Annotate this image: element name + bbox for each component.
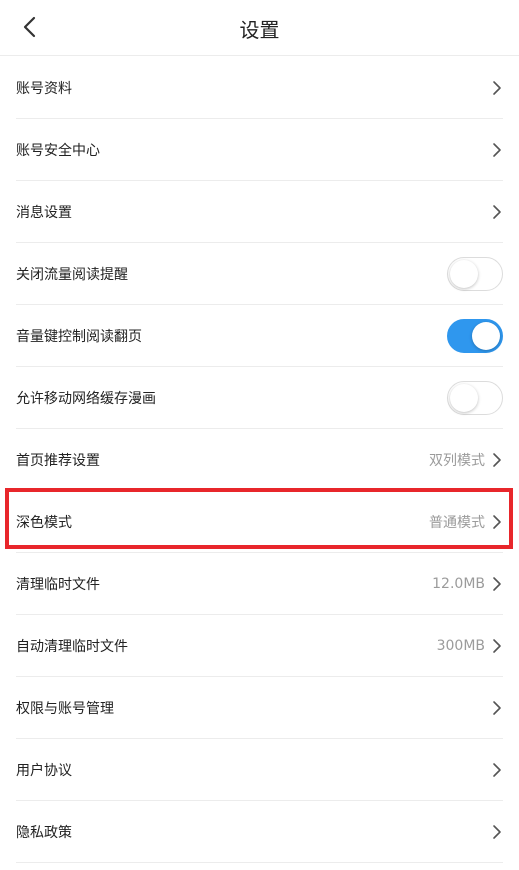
setting-home-recommend[interactable]: 首页推荐设置 双列模式	[16, 429, 503, 491]
mobile-cache-toggle[interactable]	[447, 380, 503, 415]
chevron-right-icon	[493, 80, 501, 95]
top-bar: 设置	[0, 0, 519, 56]
chevron-right-icon	[493, 204, 501, 219]
setting-label: 消息设置	[16, 204, 72, 221]
chevron-right-icon	[493, 762, 501, 777]
setting-label: 用户协议	[16, 762, 72, 779]
setting-label: 允许移动网络缓存漫画	[16, 390, 156, 407]
setting-label: 清理临时文件	[16, 576, 100, 593]
setting-value: 12.0MB	[432, 575, 485, 592]
toggle-knob	[450, 259, 478, 288]
chevron-right-icon	[493, 576, 501, 591]
setting-data-reading-reminder: 关闭流量阅读提醒	[16, 243, 503, 305]
setting-value: 普通模式	[429, 514, 485, 531]
setting-user-agreement[interactable]: 用户协议	[16, 739, 503, 801]
setting-account-profile[interactable]: 账号资料	[16, 57, 503, 119]
toggle-knob	[450, 383, 478, 412]
settings-list: 账号资料 账号安全中心 消息设置 关闭流量阅读提醒 音量键控制阅读翻页 允许移动…	[0, 57, 519, 863]
setting-volume-key-page-turn: 音量键控制阅读翻页	[16, 305, 503, 367]
volume-key-toggle[interactable]	[447, 318, 503, 353]
setting-label: 首页推荐设置	[16, 452, 100, 469]
setting-label: 权限与账号管理	[16, 700, 114, 717]
setting-clear-temp-files[interactable]: 清理临时文件 12.0MB	[16, 553, 503, 615]
setting-permissions-account[interactable]: 权限与账号管理	[16, 677, 503, 739]
setting-label: 深色模式	[16, 514, 72, 531]
setting-value: 300MB	[436, 637, 485, 654]
setting-label: 音量键控制阅读翻页	[16, 328, 142, 345]
chevron-right-icon	[493, 514, 501, 529]
setting-label: 账号安全中心	[16, 142, 100, 159]
setting-label: 隐私政策	[16, 824, 72, 841]
chevron-right-icon	[493, 452, 501, 467]
chevron-right-icon	[493, 638, 501, 653]
setting-value: 双列模式	[429, 452, 485, 469]
setting-label: 关闭流量阅读提醒	[16, 266, 128, 283]
toggle-knob	[472, 321, 500, 350]
setting-label: 账号资料	[16, 80, 72, 97]
chevron-right-icon	[493, 824, 501, 839]
setting-account-security[interactable]: 账号安全中心	[16, 119, 503, 181]
setting-label: 自动清理临时文件	[16, 638, 128, 655]
chevron-right-icon	[493, 142, 501, 157]
setting-dark-mode[interactable]: 深色模式 普通模式	[16, 491, 503, 553]
setting-privacy-policy[interactable]: 隐私政策	[16, 801, 503, 863]
setting-mobile-cache-comics: 允许移动网络缓存漫画	[16, 367, 503, 429]
page-title: 设置	[239, 18, 280, 42]
chevron-right-icon	[493, 700, 501, 715]
setting-message[interactable]: 消息设置	[16, 181, 503, 243]
data-reminder-toggle[interactable]	[447, 256, 503, 291]
setting-auto-clear-temp-files[interactable]: 自动清理临时文件 300MB	[16, 615, 503, 677]
